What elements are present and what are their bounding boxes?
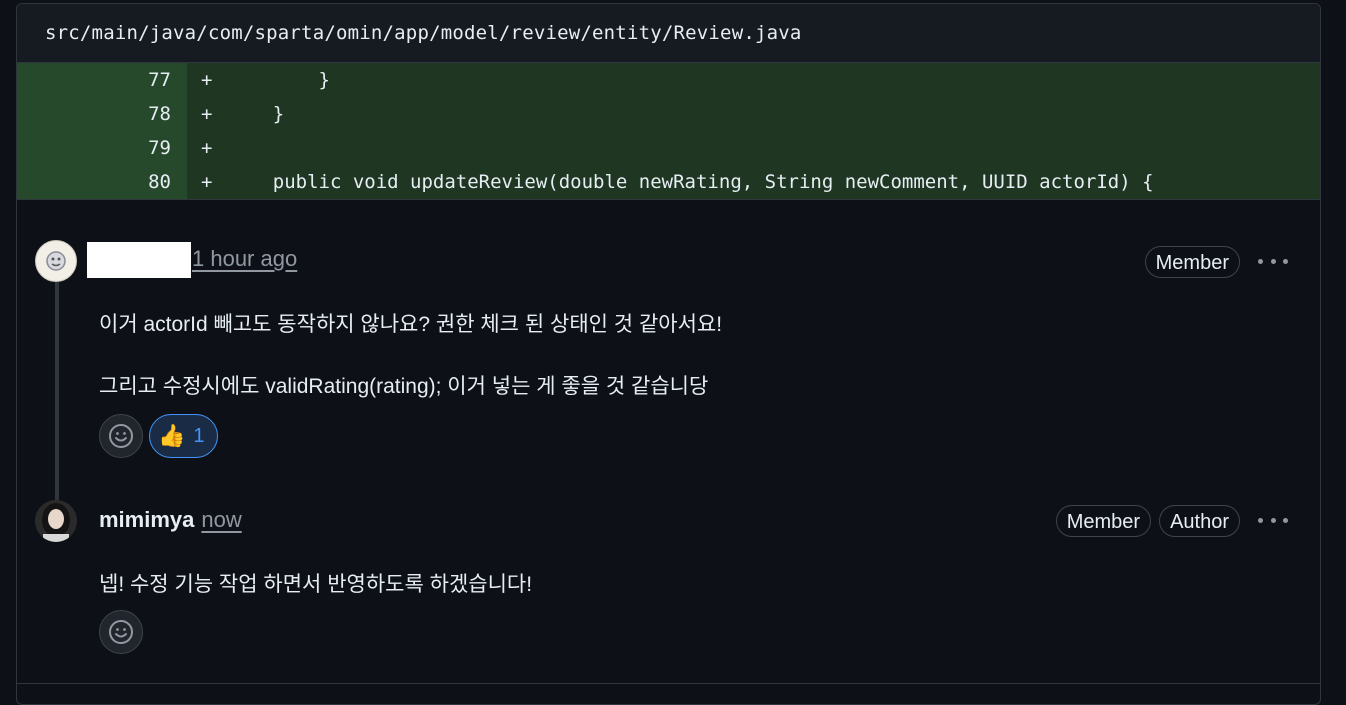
add-reaction-button[interactable] [99, 414, 143, 458]
file-path-header[interactable]: src/main/java/com/sparta/omin/app/model/… [17, 4, 1320, 63]
smiley-icon [109, 424, 133, 448]
reaction-count: 1 [193, 424, 205, 447]
kebab-icon[interactable] [1258, 515, 1288, 525]
line-number[interactable]: 79 [17, 131, 187, 165]
review-panel: src/main/java/com/sparta/omin/app/model/… [16, 3, 1321, 705]
line-number[interactable]: 77 [17, 63, 187, 97]
diff-sign: + [201, 69, 213, 91]
thread-timeline [55, 272, 59, 502]
line-number[interactable]: 78 [17, 97, 187, 131]
comment-meta: 1 hour ago [192, 246, 297, 272]
file-path: src/main/java/com/sparta/omin/app/model/… [45, 22, 802, 44]
redacted-author [87, 242, 191, 278]
timestamp-link[interactable]: 1 hour ago [192, 246, 297, 272]
badge-group: Member Author [1055, 505, 1240, 537]
kebab-icon[interactable] [1258, 256, 1288, 266]
code-text: } [227, 69, 330, 91]
member-badge: Member [1144, 246, 1240, 278]
diff-line: 79 + [17, 131, 1320, 165]
smiley-icon [109, 620, 133, 644]
author-name[interactable]: mimimya [99, 507, 194, 533]
avatar[interactable] [35, 240, 77, 282]
comment-body-line: 그리고 수정시에도 validRating(rating); 이거 넣는 게 좋… [99, 375, 709, 398]
avatar-image-icon [46, 251, 66, 271]
comment-body-line: 이거 actorId 빼고도 동작하지 않나요? 권한 체크 된 상태인 것 같… [99, 313, 723, 336]
diff-line: 78 + } [17, 97, 1320, 131]
thumbs-up-icon: 👍 [158, 423, 186, 448]
thumbs-up-reaction[interactable]: 👍 1 [149, 414, 218, 458]
diff-sign: + [201, 137, 213, 159]
line-number[interactable]: 80 [17, 165, 187, 199]
avatar-photo-icon [35, 500, 77, 542]
comment-meta: mimimya now [99, 507, 242, 533]
comment-thread: 1 hour ago Member 이거 actorId 빼고도 동작하지 않나… [17, 199, 1320, 700]
member-badge: Member [1055, 505, 1152, 537]
timestamp-link[interactable]: now [201, 507, 241, 533]
diff-line: 80 + public void updateReview(double new… [17, 165, 1320, 199]
diff-line: 77 + } [17, 63, 1320, 97]
diff-sign: + [201, 171, 213, 193]
comment-body-line: 넵! 수정 기능 작업 하면서 반영하도록 하겠습니다! [99, 573, 533, 596]
add-reaction-button[interactable] [99, 610, 143, 654]
thread-divider [17, 683, 1320, 684]
code-text: public void updateReview(double newRatin… [227, 171, 1154, 193]
avatar[interactable] [35, 500, 77, 542]
author-badge: Author [1159, 505, 1240, 537]
diff-sign: + [201, 103, 213, 125]
code-text: } [227, 103, 285, 125]
badge-group: Member [1144, 246, 1240, 278]
diff-hunk: 77 + } 78 + } 79 + 80 + public void upda… [17, 63, 1320, 199]
